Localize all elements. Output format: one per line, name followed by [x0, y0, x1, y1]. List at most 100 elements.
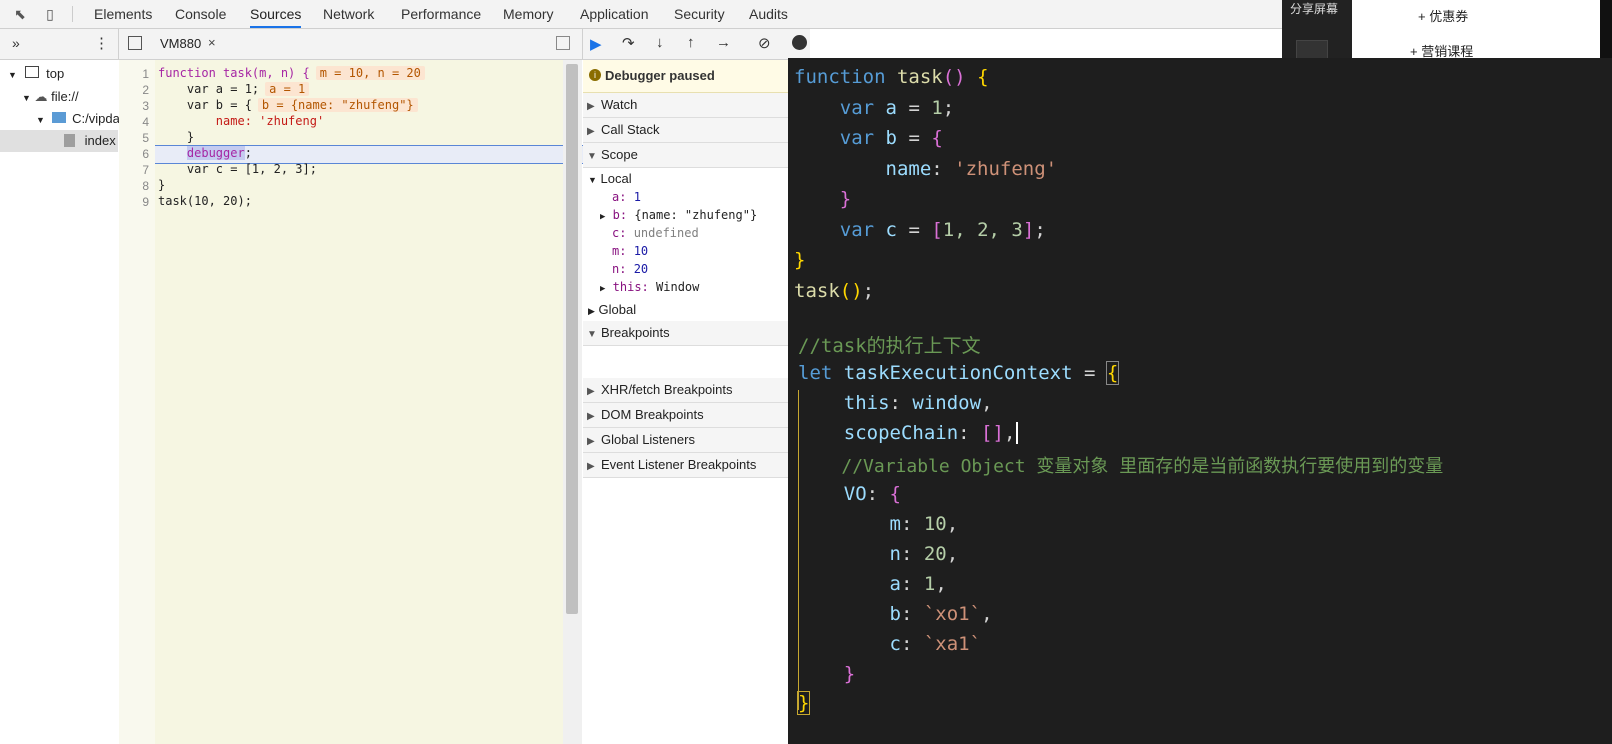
more-panels-button[interactable]: » [12, 35, 20, 51]
coupon-menu-item[interactable]: + 优惠券 [1418, 6, 1468, 25]
toggle-navigator-icon[interactable] [128, 36, 142, 50]
section-dom-breakpoints[interactable]: ▶ DOM Breakpoints [583, 403, 788, 428]
section-breakpoints[interactable]: ▼ Breakpoints [583, 321, 788, 346]
tab-memory[interactable]: Memory [503, 0, 554, 28]
line-number[interactable]: 4 [119, 115, 149, 129]
navigator-menu-icon[interactable]: ⋮ [94, 34, 109, 52]
tab-elements[interactable]: Elements [94, 0, 152, 28]
vs-line-vo-close: } [798, 663, 855, 685]
section-watch[interactable]: ▶ Watch [583, 93, 788, 118]
section-label: Event Listener Breakpoints [601, 457, 757, 472]
text-cursor [1016, 422, 1019, 444]
vs-token: 1 [923, 573, 936, 595]
tree-item-index[interactable]: index [64, 133, 116, 148]
line-number[interactable]: 6 [119, 147, 149, 161]
line-number[interactable]: 7 [119, 163, 149, 177]
inspect-element-icon[interactable]: ⬉ [12, 6, 28, 22]
pause-on-exceptions-icon[interactable] [792, 35, 807, 50]
vs-token: var [839, 127, 875, 149]
tab-console[interactable]: Console [175, 0, 226, 28]
vs-token: c [885, 219, 897, 241]
line-number[interactable]: 9 [119, 195, 149, 209]
section-label: Scope [601, 147, 638, 162]
tab-sources[interactable]: Sources [250, 0, 302, 28]
vs-token: c [889, 633, 901, 655]
vs-token: { [889, 483, 901, 505]
vs-token: ; [1034, 219, 1046, 241]
scope-value: Window [656, 280, 700, 294]
code-text: } [158, 178, 166, 192]
devtools-main-toolbar: ⬉ ▯ Elements Console Sources Network Per… [0, 0, 1282, 29]
tab-application[interactable]: Application [580, 0, 649, 28]
vs-token: ] [1022, 219, 1035, 241]
inline-value: m = 10, n = 20 [315, 66, 425, 80]
vs-token: : [931, 158, 955, 180]
scope-var-c[interactable]: c: undefined [612, 226, 699, 240]
scrollbar-thumb[interactable] [566, 64, 578, 614]
line-gutter: 1 2 3 4 5 6 7 8 9 [119, 60, 156, 744]
step-over-icon[interactable]: ↷ [622, 34, 635, 52]
section-global-listeners[interactable]: ▶ Global Listeners [583, 428, 788, 453]
vs-token: , [946, 543, 959, 565]
scope-key: a: [612, 190, 627, 204]
vs-token: , [946, 513, 959, 535]
device-toolbar-icon[interactable]: ▯ [42, 6, 58, 22]
scope-value: 1 [633, 190, 641, 204]
vs-token: : [866, 483, 890, 505]
scope-global-header[interactable]: ▶ Global [588, 302, 636, 317]
code-text: } [158, 130, 195, 144]
section-label: Breakpoints [601, 325, 670, 340]
scope-key: m: [612, 244, 627, 258]
tree-item-folder[interactable]: ▼ C:/vipda [36, 111, 120, 126]
line-number[interactable]: 8 [119, 179, 149, 193]
scope-key: b: [612, 208, 628, 222]
chevron-down-icon: ▼ [587, 329, 597, 340]
close-icon[interactable]: × [208, 35, 216, 50]
line-number[interactable]: 2 [119, 83, 149, 97]
vs-token: name [885, 158, 932, 180]
scope-key: n: [612, 262, 627, 276]
scope-var-m[interactable]: m: 10 [612, 244, 648, 258]
section-xhr-breakpoints[interactable]: ▶ XHR/fetch Breakpoints [583, 378, 788, 403]
vs-line-m: m: 10, [889, 513, 959, 535]
tree-item-file[interactable]: ▼ ☁ file:// [22, 89, 79, 105]
scope-var-n[interactable]: n: 20 [612, 262, 648, 276]
step-out-icon[interactable]: ↑ [687, 34, 695, 51]
tree-item-top[interactable]: ▼ top [8, 66, 64, 81]
section-scope[interactable]: ▼ Scope [583, 143, 788, 168]
vs-token: { [977, 66, 989, 88]
scope-var-b[interactable]: ▶ b: {name: "zhufeng"} [600, 208, 757, 222]
paused-label: Debugger paused [605, 68, 715, 83]
scope-key: this: [612, 280, 649, 294]
scope-var-this[interactable]: ▶ this: Window [600, 280, 699, 294]
scope-local-label: Local [600, 171, 632, 186]
toggle-debugger-icon[interactable] [556, 36, 570, 50]
tab-performance[interactable]: Performance [401, 0, 481, 28]
info-icon: i [589, 69, 601, 81]
scope-local-header[interactable]: ▼ Local [588, 171, 632, 186]
vs-line-6: var c = [1, 2, 3]; [794, 219, 1046, 241]
vs-token: let [798, 362, 833, 384]
vs-token: } [796, 691, 811, 715]
tab-audits[interactable]: Audits [749, 0, 788, 28]
step-icon[interactable]: → [716, 34, 731, 51]
section-call-stack[interactable]: ▶ Call Stack [583, 118, 788, 143]
section-event-listener-breakpoints[interactable]: ▶ Event Listener Breakpoints [583, 453, 788, 478]
chevron-right-icon: ▶ [587, 386, 595, 397]
step-into-icon[interactable]: ↓ [656, 34, 664, 51]
chevron-down-icon: ▼ [587, 151, 597, 162]
line-number[interactable]: 5 [119, 131, 149, 145]
tab-security[interactable]: Security [674, 0, 725, 28]
line-number[interactable]: 1 [119, 67, 149, 81]
resume-icon[interactable]: ▶ [590, 35, 602, 53]
vs-token: , [981, 603, 993, 625]
deactivate-breakpoints-icon[interactable]: ⊘ [758, 34, 771, 52]
scope-var-a[interactable]: a: 1 [612, 190, 641, 204]
inline-value: b = {name: "zhufeng"} [257, 98, 418, 112]
line-number[interactable]: 3 [119, 99, 149, 113]
scope-value: {name: "zhufeng"} [634, 208, 758, 222]
file-tab-vm880[interactable]: VM880 [160, 36, 201, 51]
vs-token: = [897, 97, 932, 119]
code-text: name: 'zhufeng' [158, 114, 325, 128]
tab-network[interactable]: Network [323, 0, 374, 28]
